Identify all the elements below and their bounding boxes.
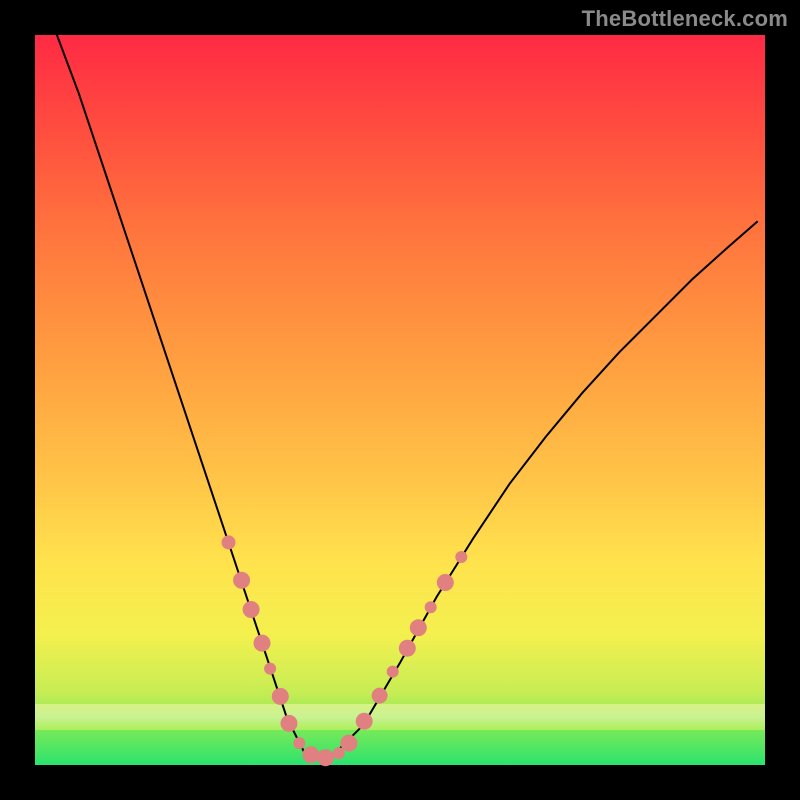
- marker-dot: [243, 601, 260, 618]
- marker-dot: [387, 666, 399, 678]
- marker-dot: [264, 663, 276, 675]
- marker-dot: [340, 735, 357, 752]
- marker-dot: [372, 688, 388, 704]
- marker-dot: [455, 551, 467, 563]
- marker-dot: [437, 574, 454, 591]
- marker-dot: [272, 688, 289, 705]
- marker-dot: [410, 619, 427, 636]
- marker-dot: [356, 713, 373, 730]
- marker-dot: [399, 640, 416, 657]
- chart-svg: [35, 35, 765, 765]
- marker-dot: [425, 601, 437, 613]
- marker-dot: [222, 535, 236, 549]
- marker-dot: [293, 737, 305, 749]
- marker-dot: [281, 715, 298, 732]
- marker-dot: [233, 572, 250, 589]
- marker-dot: [317, 749, 334, 766]
- marker-dot: [254, 635, 271, 652]
- marker-group: [222, 535, 468, 766]
- watermark-text: TheBottleneck.com: [582, 6, 788, 32]
- chart-frame: TheBottleneck.com: [0, 0, 800, 800]
- marker-dot: [302, 746, 319, 763]
